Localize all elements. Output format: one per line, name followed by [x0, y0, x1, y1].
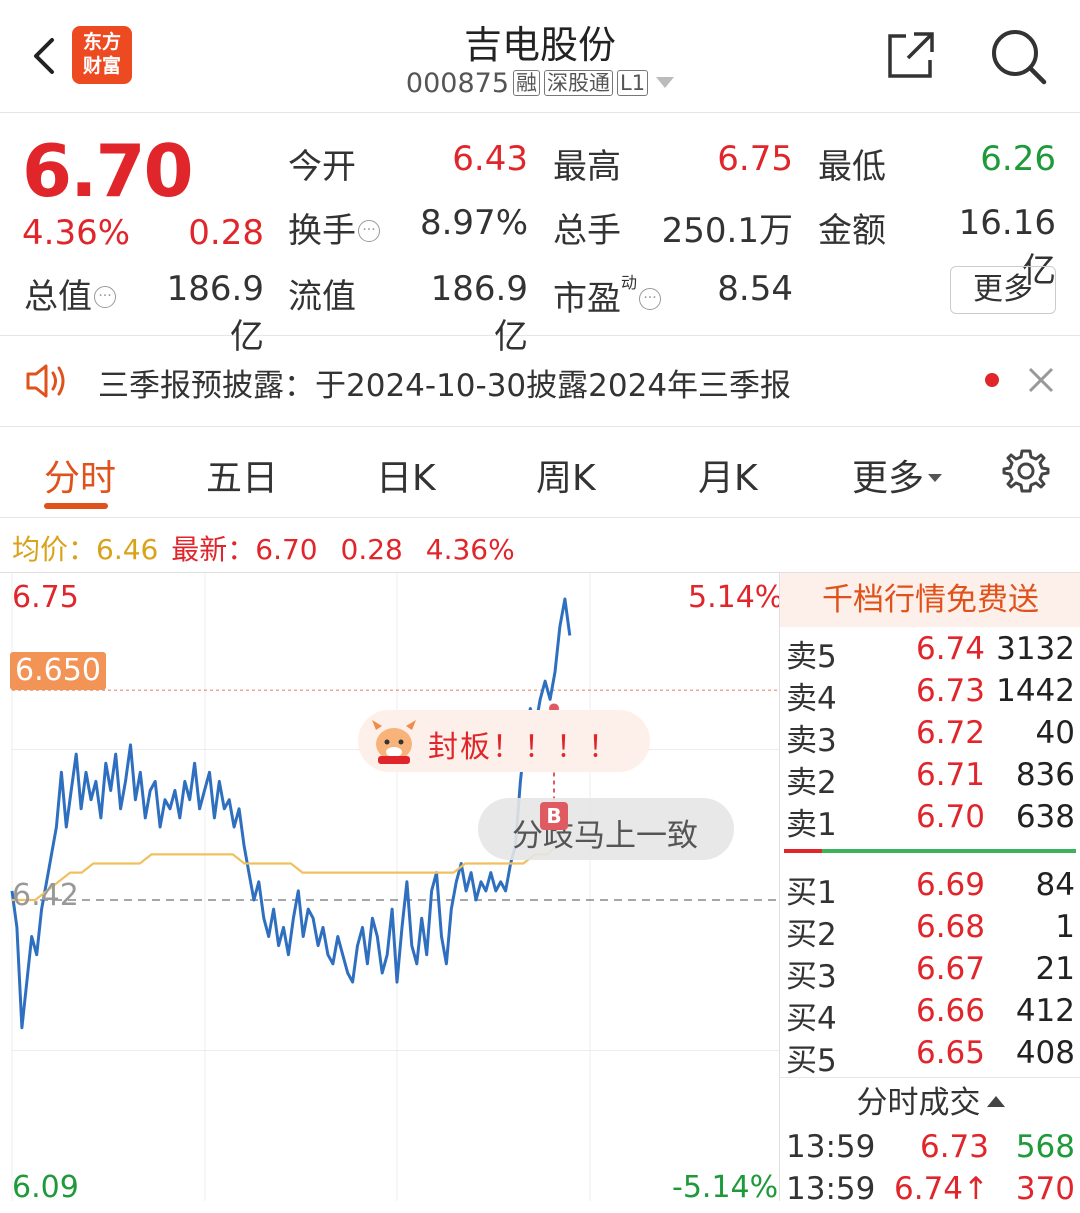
change-percent: 4.36% — [22, 213, 131, 253]
tab-weekly-k[interactable]: 周K — [536, 449, 596, 501]
notice-bar[interactable]: 三季报预披露：于2024-10-30披露2024年三季报 — [0, 336, 1080, 427]
current-price: 6.70 — [22, 129, 194, 213]
value-open: 6.43 — [452, 139, 528, 179]
chevron-down-icon — [656, 77, 675, 88]
chevron-up-icon — [986, 1096, 1005, 1107]
tab-five-day[interactable]: 五日 — [206, 449, 278, 501]
axis-top-price: 6.75 — [12, 580, 79, 615]
bid-row[interactable]: 买5 6.65 408 — [780, 1035, 1080, 1079]
notice-text: 三季报预披露：于2024-10-30披露2024年三季报 — [98, 368, 792, 404]
tag-margin: 融 — [513, 70, 540, 96]
search-icon[interactable] — [988, 26, 1048, 86]
label-pe[interactable]: 市盈动··· — [553, 269, 662, 320]
info-icon: ··· — [358, 220, 380, 242]
close-icon[interactable] — [1027, 366, 1055, 394]
tab-intraday[interactable]: 分时 — [44, 449, 116, 501]
ask-row[interactable]: 卖5 6.74 3132 — [780, 631, 1080, 675]
bid-row[interactable]: 买2 6.68 1 — [780, 909, 1080, 953]
tick-row: 13:59 6.73 568 — [786, 1129, 1075, 1165]
chart-svg — [10, 573, 780, 1201]
label-float-cap: 流值 — [288, 277, 356, 317]
label-turnover[interactable]: 换手 ··· — [288, 203, 380, 252]
speaker-icon — [26, 364, 65, 398]
change-amount: 0.28 — [188, 213, 264, 253]
chevron-down-icon — [928, 474, 943, 482]
chart-info-line: 均价：6.46 最新：6.70 0.28 4.36% — [12, 528, 515, 568]
latest-label: 最新： — [171, 533, 256, 566]
share-icon[interactable] — [884, 28, 938, 82]
bid-row[interactable]: 买4 6.66 412 — [780, 993, 1080, 1037]
ask-row[interactable]: 卖4 6.73 1442 — [780, 673, 1080, 717]
ask-row[interactable]: 卖2 6.71 836 — [780, 757, 1080, 801]
tick-row: 13:59 6.74↑ 370 — [786, 1171, 1075, 1207]
cow-mascot-icon — [372, 720, 416, 764]
axis-base-price: 6.42 — [12, 878, 79, 913]
label-high: 最高 — [553, 147, 621, 187]
label-market-cap[interactable]: 总值 ··· — [24, 269, 116, 318]
avg-label: 均价： — [12, 533, 97, 566]
tab-daily-k[interactable]: 日K — [376, 449, 436, 501]
active-tab-indicator — [44, 503, 108, 509]
bid-row[interactable]: 买1 6.69 84 — [780, 867, 1080, 911]
ask-row[interactable]: 卖1 6.70 638 — [780, 799, 1080, 843]
bid-ask-ratio-bar — [784, 849, 1076, 853]
limit-up-text: 封板！！！！ — [428, 730, 620, 765]
latest-value: 6.70 — [255, 533, 318, 566]
stock-code: 000875 — [405, 68, 509, 99]
bid-row[interactable]: 买3 6.67 21 — [780, 951, 1080, 995]
info-icon: ··· — [94, 286, 116, 308]
value-low: 6.26 — [980, 139, 1056, 179]
label-amount: 金额 — [818, 211, 886, 251]
crosshair-price-tag: 6.650 — [10, 652, 106, 690]
latest-change-pct: 4.36% — [425, 533, 515, 566]
avg-value: 6.46 — [96, 533, 159, 566]
value-high: 6.75 — [717, 139, 793, 179]
pe-superscript: 动 — [621, 273, 638, 292]
ask-row[interactable]: 卖3 6.72 40 — [780, 715, 1080, 759]
unread-dot — [985, 373, 999, 387]
tab-more[interactable]: 更多 — [852, 449, 943, 501]
info-icon: ··· — [639, 288, 662, 310]
value-pe: 8.54 — [717, 269, 793, 309]
buy-marker[interactable]: B — [540, 802, 568, 830]
value-volume: 250.1万 — [661, 211, 793, 251]
tag-level: L1 — [617, 70, 649, 96]
tag-connect: 深股通 — [544, 70, 613, 96]
more-button[interactable]: 更多 — [950, 266, 1056, 314]
quote-panel: 6.70 4.36% 0.28 今开 6.43 最高 6.75 最低 6.26 … — [0, 113, 1080, 357]
order-book-promo[interactable]: 千档行情免费送 — [780, 573, 1080, 627]
ticks-toggle[interactable]: 分时成交 — [780, 1077, 1080, 1128]
value-turnover: 8.97% — [419, 203, 528, 243]
intraday-chart[interactable] — [0, 572, 780, 1201]
tab-monthly-k[interactable]: 月K — [698, 449, 758, 501]
label-open: 今开 — [288, 147, 356, 187]
label-low: 最低 — [818, 147, 886, 187]
header: 东方 财富 吉电股份 000875 融深股通 L1 — [0, 0, 1080, 113]
axis-top-pct: 5.14% — [688, 580, 784, 615]
chart-tabs: 分时 五日 日K 周K 月K 更多 — [0, 427, 1080, 518]
order-book: 千档行情免费送 卖5 6.74 3132 卖4 6.73 1442 卖3 6.72 40 卖… — [779, 572, 1080, 1207]
label-volume: 总手 — [553, 211, 621, 251]
gear-icon[interactable] — [1002, 447, 1050, 495]
latest-change: 0.28 — [340, 533, 403, 566]
